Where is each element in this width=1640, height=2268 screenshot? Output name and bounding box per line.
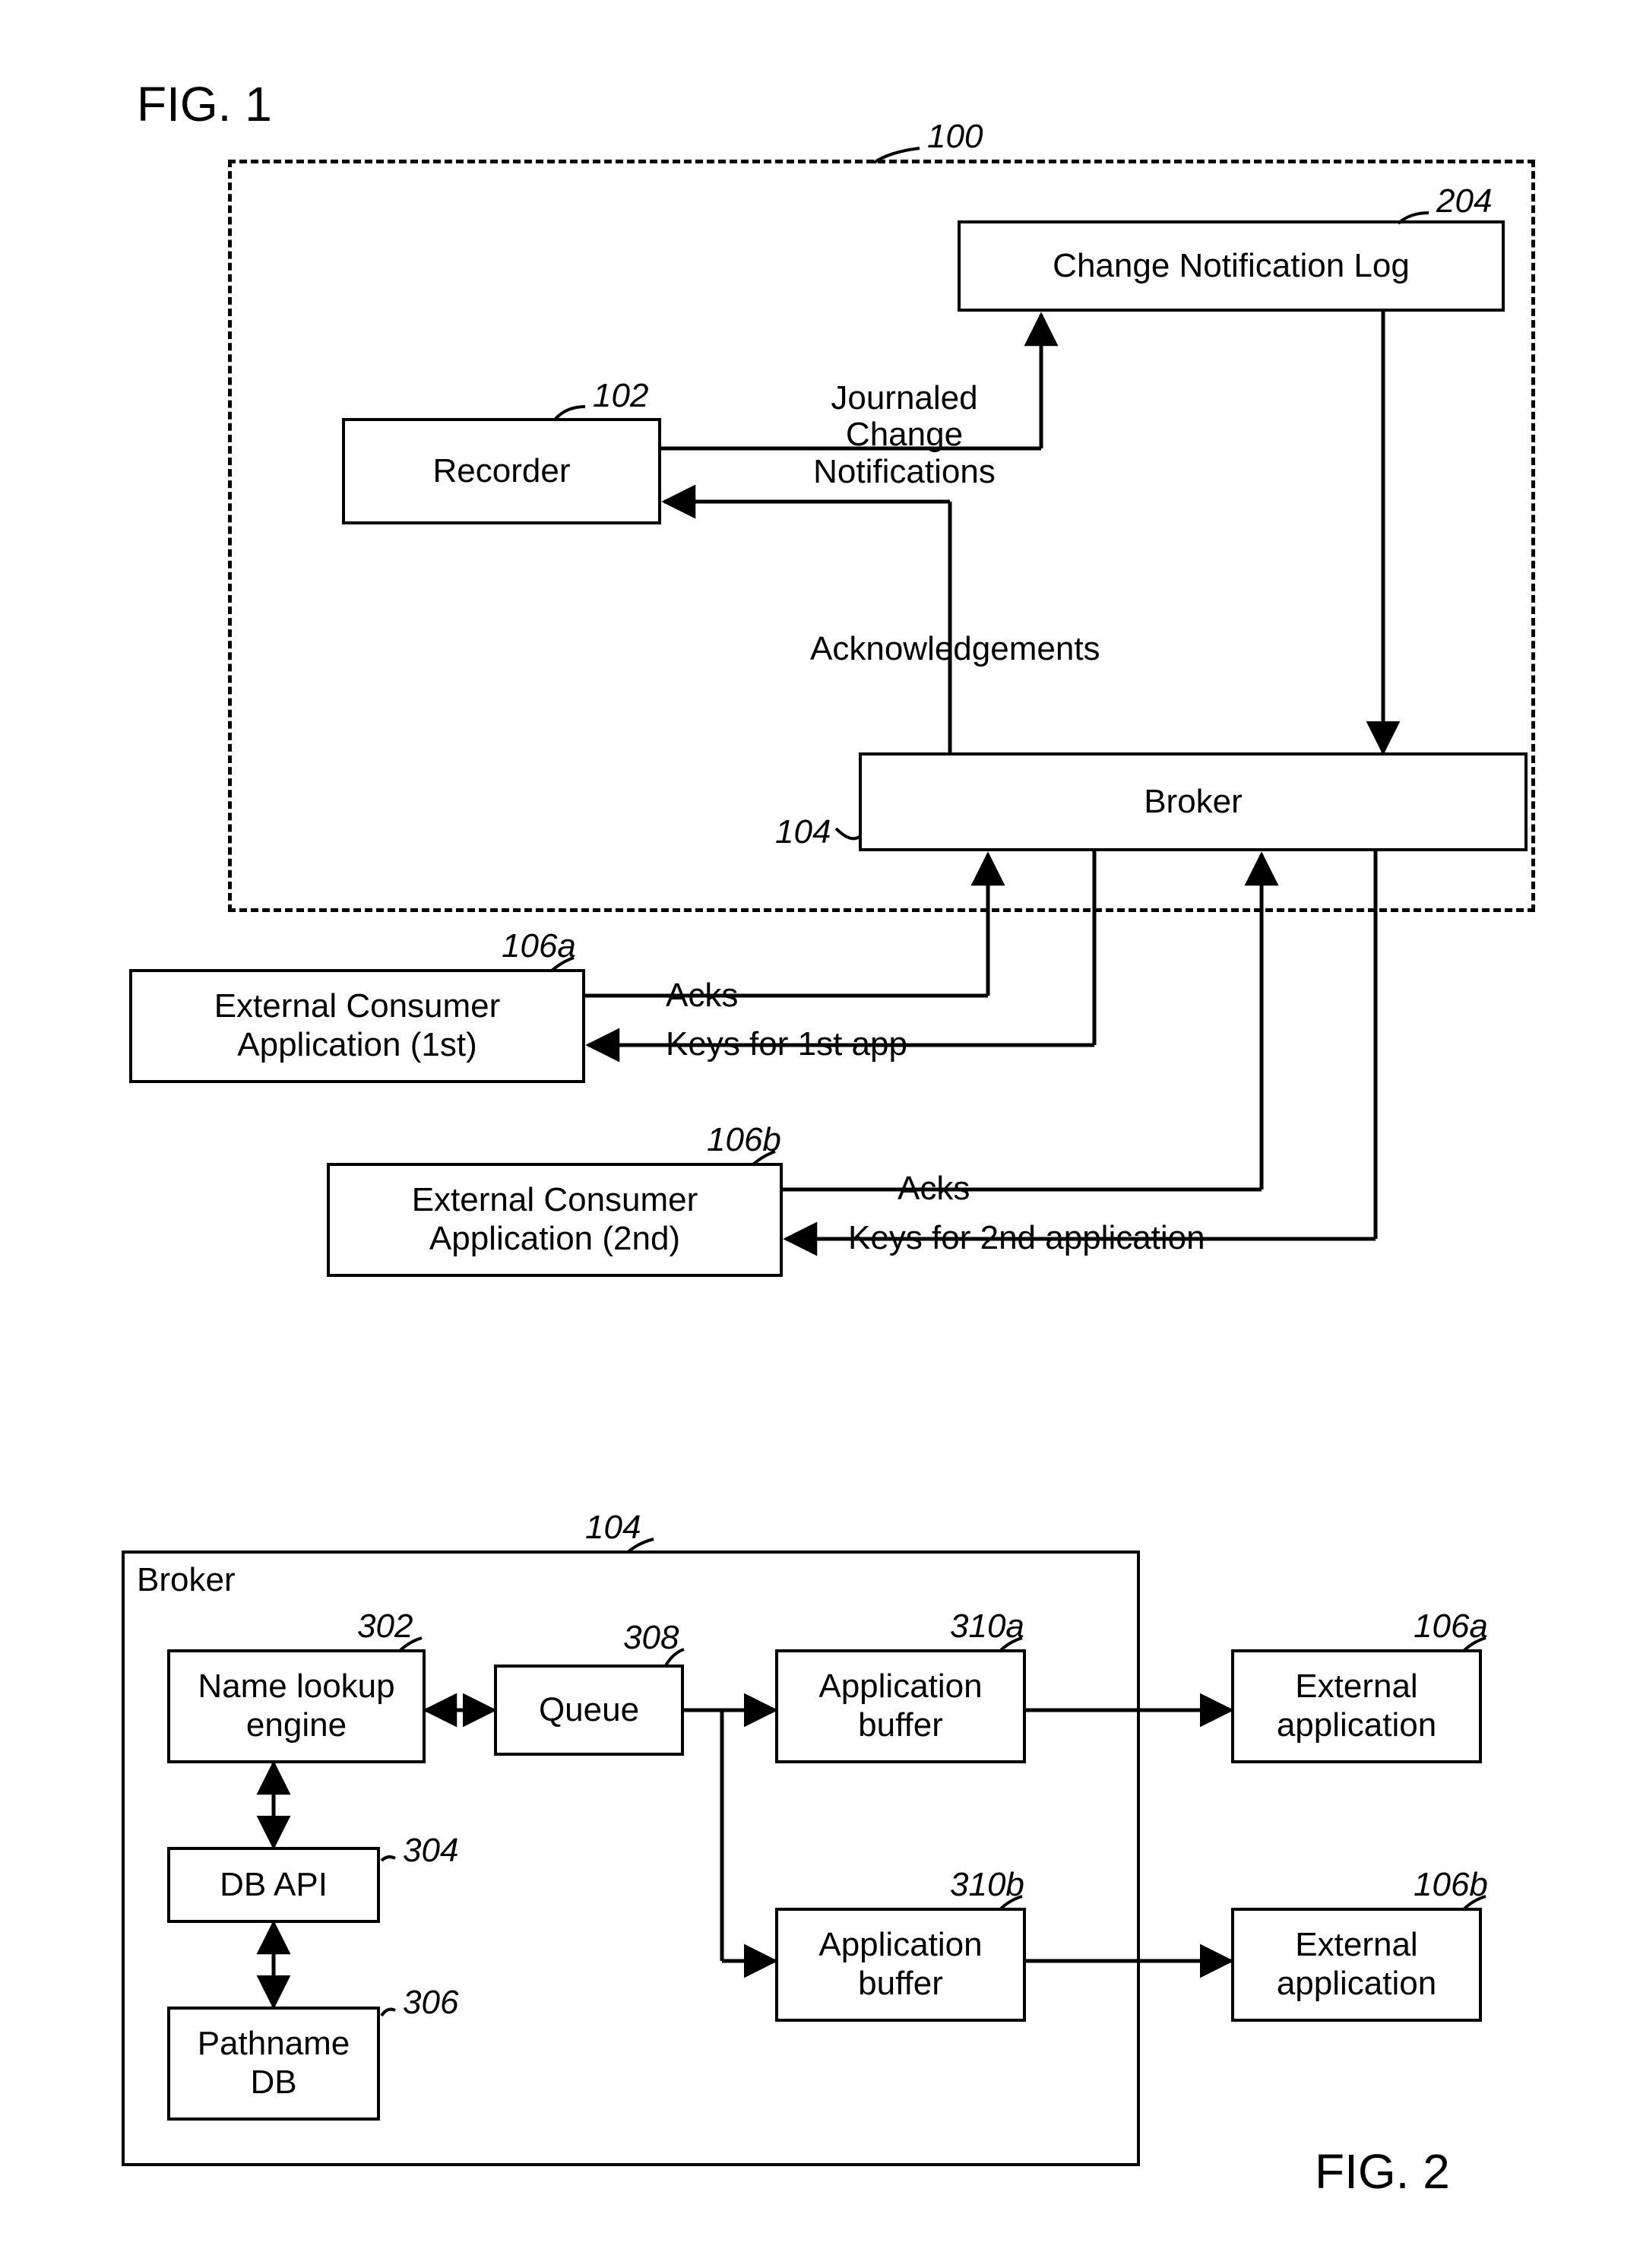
- name-lookup-label: Name lookup engine: [175, 1668, 418, 1744]
- recorder-box-front: Recorder: [342, 418, 661, 524]
- app-buf-a-box: Application buffer: [775, 1649, 1026, 1763]
- change-log-label: Change Notification Log: [1053, 247, 1410, 286]
- broker-ref: 104: [775, 813, 831, 851]
- queue-label: Queue: [539, 1691, 639, 1730]
- ext-app-b-label: External application: [1239, 1926, 1474, 2003]
- keys-a-label: Keys for 1st app: [661, 1026, 912, 1063]
- pathname-db-box: Pathname DB: [167, 2007, 380, 2121]
- ext-app-a-label: External application: [1239, 1668, 1474, 1744]
- ext-app-b-ref: 106b: [1414, 1866, 1488, 1904]
- app-buf-a-ref: 310a: [950, 1608, 1024, 1646]
- pathname-db-label: Pathname DB: [175, 2025, 372, 2102]
- db-api-ref: 304: [403, 1832, 458, 1870]
- broker-outer-ref: 104: [585, 1509, 641, 1547]
- name-lookup-ref: 302: [357, 1608, 413, 1646]
- app-buf-b-ref: 310b: [950, 1866, 1024, 1904]
- queue-box: Queue: [494, 1665, 684, 1756]
- ack-label: Acknowledgements: [806, 631, 1105, 667]
- app-buf-a-label: Application buffer: [783, 1668, 1018, 1744]
- pathname-db-ref: 306: [403, 1984, 458, 2022]
- app-buf-b-box: Application buffer: [775, 1908, 1026, 2022]
- keys-b-label: Keys for 2nd application: [844, 1220, 1210, 1256]
- ext-app-a-box: External application: [1231, 1649, 1482, 1763]
- ext-app-a-ref: 106a: [1414, 1608, 1488, 1646]
- acks-b-label: Acks: [893, 1170, 974, 1207]
- journal-label: Journaled Change Notifications: [775, 380, 1034, 490]
- queue-ref: 308: [623, 1619, 679, 1657]
- consumer-a-ref: 106a: [502, 927, 576, 965]
- consumer-b-ref: 106b: [707, 1121, 781, 1159]
- fig2-title: FIG. 2: [1315, 2143, 1450, 2200]
- system-ref: 100: [927, 118, 983, 156]
- acks-a-label: Acks: [661, 977, 742, 1014]
- db-api-box: DB API: [167, 1847, 380, 1923]
- broker-label: Broker: [1144, 783, 1243, 822]
- consumer-a-box: External Consumer Application (1st): [129, 969, 585, 1083]
- db-api-label: DB API: [220, 1866, 328, 1905]
- consumer-b-label: External Consumer Application (2nd): [334, 1181, 775, 1258]
- fig1-title: FIG. 1: [137, 76, 272, 132]
- name-lookup-box: Name lookup engine: [167, 1649, 426, 1763]
- broker-outer-label: Broker: [137, 1561, 236, 1600]
- recorder-ref: 102: [593, 377, 648, 415]
- change-log-box: Change Notification Log: [958, 220, 1505, 312]
- broker-box: Broker: [859, 752, 1528, 851]
- ext-app-b-box: External application: [1231, 1908, 1482, 2022]
- consumer-b-box: External Consumer Application (2nd): [327, 1163, 783, 1277]
- consumer-a-label: External Consumer Application (1st): [137, 987, 578, 1064]
- app-buf-b-label: Application buffer: [783, 1926, 1018, 2003]
- change-log-ref: 204: [1436, 182, 1492, 220]
